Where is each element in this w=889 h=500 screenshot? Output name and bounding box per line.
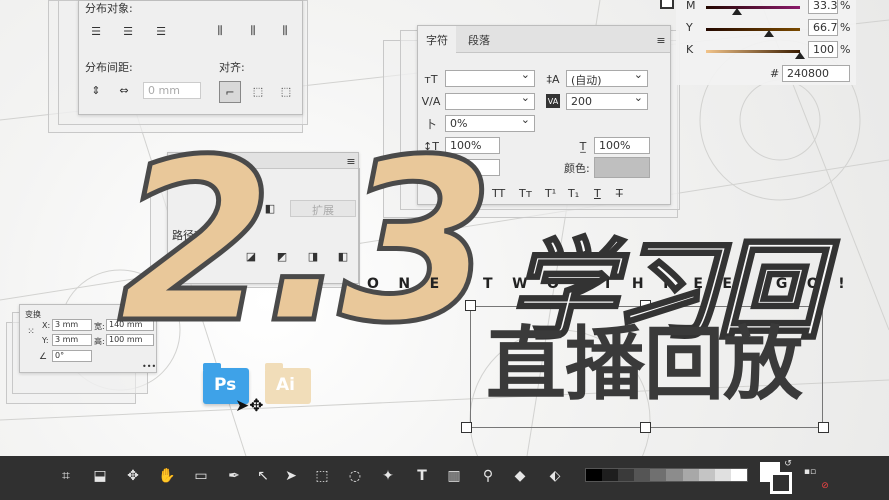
color-label: 颜色:	[564, 162, 590, 175]
kerning-select[interactable]	[445, 93, 535, 110]
selection-handle-bc[interactable]	[640, 422, 651, 433]
magic-wand-tool-icon[interactable]: ✦	[378, 466, 398, 486]
m-percent: %	[840, 0, 851, 12]
hash-label: #	[770, 67, 780, 80]
y-slider-thumb[interactable]	[763, 30, 774, 37]
leading-select[interactable]: (自动)	[566, 70, 648, 87]
artboard-tool-icon[interactable]: ⬓	[90, 466, 110, 486]
y-value[interactable]: 66.7	[808, 19, 838, 36]
pen-tool-icon[interactable]: ✒	[224, 466, 244, 486]
k-slider-track[interactable]	[706, 50, 800, 53]
eraser-tool-icon[interactable]: ◆	[510, 466, 530, 486]
tab-paragraph[interactable]: 段落	[460, 26, 498, 54]
color-swatch[interactable]	[594, 157, 650, 178]
k-slider-thumb[interactable]	[795, 52, 805, 59]
m-value[interactable]: 33.3	[808, 0, 838, 14]
ps-label: Ps	[214, 375, 237, 395]
lasso-tool-icon[interactable]: ◌	[345, 466, 365, 486]
blur-tool-icon[interactable]: ⬖	[545, 466, 565, 486]
tracking-select[interactable]: 200	[566, 93, 648, 110]
tab-character[interactable]: 字符	[418, 26, 456, 54]
style-superscript[interactable]: T¹	[545, 187, 556, 200]
distribute-right-icon[interactable]: ⫼	[278, 24, 292, 38]
y-label: Y	[686, 21, 693, 34]
y-label: Y:	[42, 336, 49, 345]
m-slider-thumb[interactable]	[732, 8, 743, 15]
selection-handle-bl[interactable]	[461, 422, 472, 433]
type-tool-icon[interactable]: T	[412, 466, 432, 486]
leading-icon: ‡A	[546, 72, 560, 86]
distribute-top-icon[interactable]: ☰	[89, 24, 103, 38]
kerning-icon: V/A	[421, 94, 441, 108]
distribute-vcenter-icon[interactable]: ☰	[121, 24, 135, 38]
hex-input[interactable]: 240800	[782, 65, 850, 82]
k-label: K	[686, 43, 694, 56]
selection-handle-br[interactable]	[818, 422, 829, 433]
w-label: 宽:	[94, 322, 105, 331]
stroke-color-swatch[interactable]	[770, 472, 792, 494]
eyedropper-tool-icon[interactable]: ⚲	[478, 466, 498, 486]
illustrator-folder-icon[interactable]: Ai	[265, 363, 311, 404]
style-underline[interactable]: T	[594, 187, 601, 200]
distribute-objects-label: 分布对象:	[85, 2, 133, 15]
angle-icon: ∠	[38, 352, 48, 362]
horizontal-scale-input[interactable]: 100%	[594, 137, 650, 154]
y-input[interactable]: 3 mm	[52, 334, 92, 346]
y-percent: %	[840, 21, 851, 34]
m-label: M	[686, 0, 696, 12]
distribute-spacing-label: 分布间距:	[85, 61, 133, 74]
color-panel: M 33.3 % Y 66.7 % K 100 % # 240800	[660, 0, 856, 85]
vertical-spacing-icon[interactable]: ⇕	[89, 83, 103, 97]
cursor-move-icon: ➤✥	[235, 396, 264, 416]
crop-tool-icon[interactable]: ⌗	[56, 466, 76, 486]
selection-tool-icon[interactable]: ➤	[281, 466, 301, 486]
x-input[interactable]: 3 mm	[52, 319, 92, 331]
move-tool-icon[interactable]: ✥	[123, 466, 143, 486]
k-percent: %	[840, 43, 851, 56]
fill-stroke-icon[interactable]	[660, 0, 674, 9]
ai-label: Ai	[276, 375, 295, 395]
align-to-selection-icon[interactable]: ⬚	[251, 84, 265, 98]
m-slider-track[interactable]	[706, 6, 800, 9]
align-to-key-icon[interactable]: ⬚	[279, 84, 293, 98]
style-smallcaps[interactable]: Tт	[519, 187, 532, 200]
style-subscript[interactable]: T₁	[568, 187, 579, 200]
rectangle-tool-icon[interactable]: ▭	[191, 466, 211, 486]
align-to-label: 对齐:	[219, 61, 245, 74]
style-strikethrough[interactable]: T̶	[616, 187, 623, 200]
reference-point-icon[interactable]: ⁙	[24, 325, 38, 339]
x-label: X:	[42, 321, 51, 330]
font-size-select[interactable]	[445, 70, 535, 87]
hand-tool-icon[interactable]: ✋	[157, 466, 177, 486]
distribute-bottom-icon[interactable]: ☰	[154, 24, 168, 38]
font-size-icon: ᴛT	[424, 72, 438, 86]
banner-number: 2.3	[116, 111, 498, 372]
distribute-hcenter-icon[interactable]: ⫼	[246, 24, 260, 38]
distribute-left-icon[interactable]: ⫼	[213, 24, 227, 38]
h-label: 高:	[94, 337, 105, 346]
none-color-icon[interactable]: ⊘	[815, 476, 835, 496]
marquee-tool-icon[interactable]: ⬚	[312, 466, 332, 486]
spacing-input[interactable]: 0 mm	[143, 82, 201, 99]
align-panel: 分布对象: ☰ ☰ ☰ ⫼ ⫼ ⫼ 分布间距: 对齐: ⇕ ⇔ 0 mm ⌐ ⬚…	[78, 0, 303, 115]
grayscale-swatches[interactable]	[585, 468, 748, 482]
angle-input[interactable]: 0°	[52, 350, 92, 362]
banner-title-main: 直播回放	[486, 318, 803, 411]
transform-title: 变换	[25, 310, 41, 319]
horizontal-spacing-icon[interactable]: ⇔	[117, 83, 131, 97]
tracking-icon: VA	[546, 94, 560, 108]
y-slider-track[interactable]	[706, 28, 800, 31]
gradient-tool-icon[interactable]: ▥	[444, 466, 464, 486]
style-allcaps[interactable]: TT	[492, 187, 505, 200]
direct-selection-tool-icon[interactable]: ↖	[253, 466, 273, 486]
swap-colors-icon[interactable]: ↺	[782, 458, 794, 470]
k-value[interactable]: 100	[808, 41, 838, 58]
panel-menu-icon[interactable]: ≡	[654, 33, 668, 47]
align-to-artboard-icon[interactable]: ⌐	[219, 81, 241, 103]
horizontal-scale-icon: T̲	[579, 139, 587, 153]
